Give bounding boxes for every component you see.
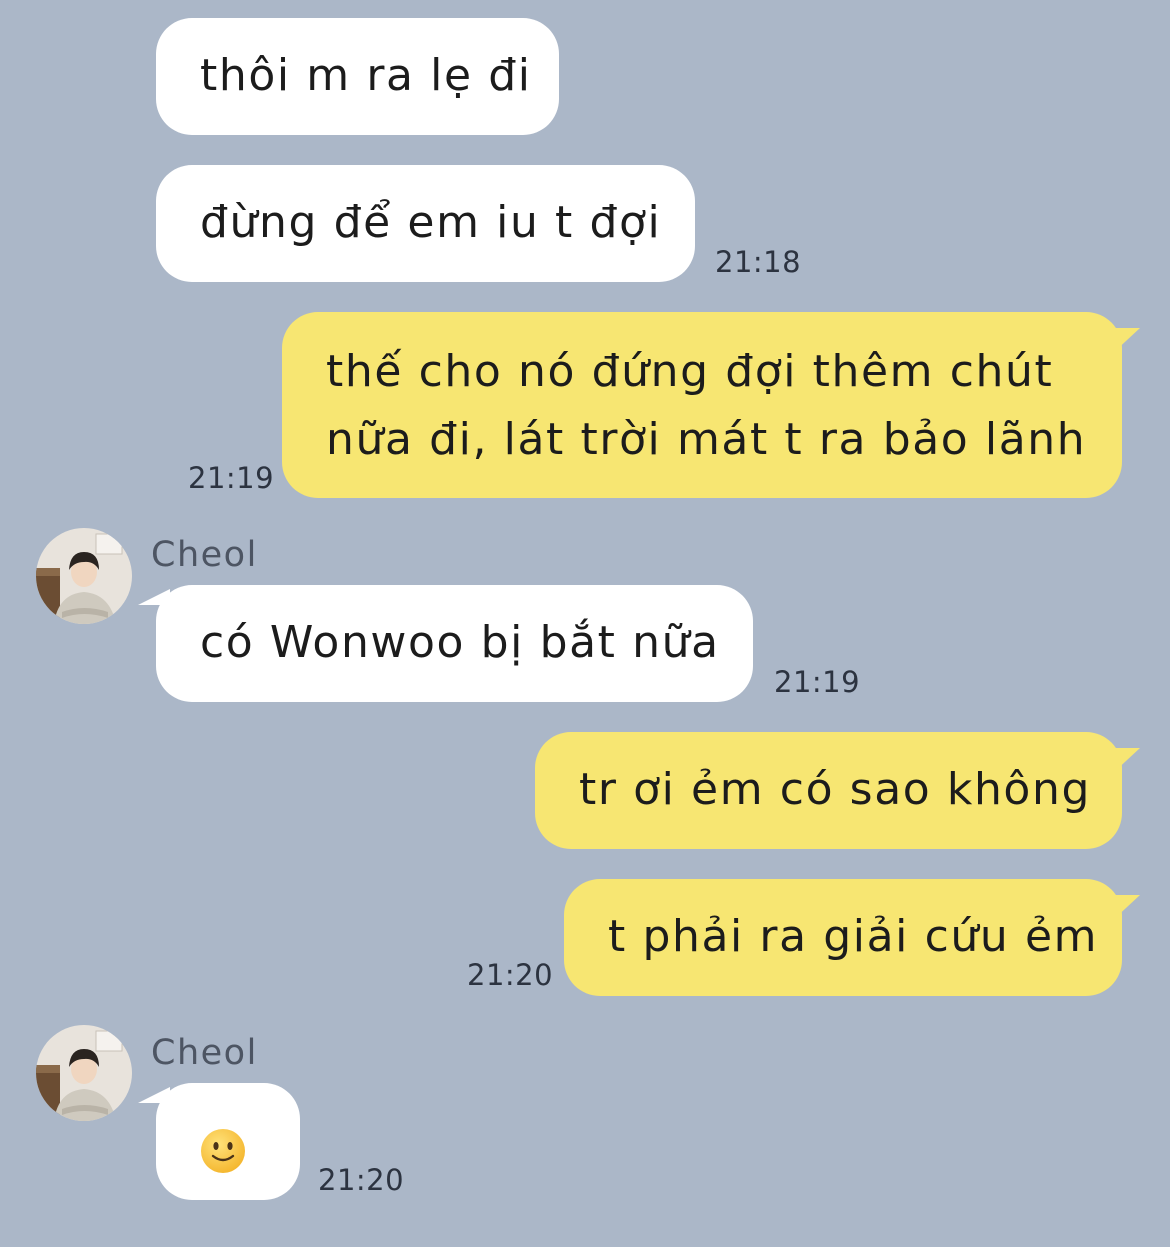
- message-bubble-incoming[interactable]: [156, 1083, 300, 1200]
- slightly-smiling-face-icon: [200, 1126, 246, 1173]
- message-bubble-incoming[interactable]: thôi m ra lẹ đi: [156, 18, 559, 135]
- message-bubble-outgoing[interactable]: tr ơi ẻm có sao không: [535, 732, 1122, 849]
- sender-name: Cheol: [151, 1033, 258, 1073]
- message-bubble-incoming[interactable]: đừng để em iu t đợi: [156, 165, 695, 282]
- avatar[interactable]: [36, 528, 132, 624]
- message-timestamp: 21:18: [715, 245, 802, 279]
- message-bubble-outgoing[interactable]: thế cho nó đứng đợi thêm chút nữa đi, lá…: [282, 312, 1122, 498]
- message-timestamp: 21:20: [318, 1163, 405, 1197]
- message-text-line: nữa đi, lát trời mát t ra bảo lãnh: [326, 414, 1087, 465]
- message-text: có Wonwoo bị bắt nữa: [200, 617, 720, 668]
- message-text: thôi m ra lẹ đi: [200, 50, 532, 101]
- message-text: đừng để em iu t đợi: [200, 197, 662, 248]
- message-text: tr ơi ẻm có sao không: [579, 764, 1091, 815]
- bubble-tail: [1112, 748, 1140, 774]
- message-text: t phải ra giải cứu ẻm: [608, 911, 1099, 962]
- user-avatar-icon: [36, 1025, 132, 1121]
- sender-name: Cheol: [151, 535, 258, 575]
- avatar[interactable]: [36, 1025, 132, 1121]
- message-bubble-incoming[interactable]: có Wonwoo bị bắt nữa: [156, 585, 753, 702]
- message-timestamp: 21:19: [188, 461, 275, 495]
- bubble-tail: [1112, 895, 1140, 921]
- user-avatar-icon: [36, 528, 132, 624]
- message-timestamp: 21:19: [774, 665, 861, 699]
- message-timestamp: 21:20: [467, 958, 554, 992]
- bubble-tail: [1112, 328, 1140, 354]
- message-text-line: thế cho nó đứng đợi thêm chút: [326, 346, 1054, 397]
- message-bubble-outgoing[interactable]: t phải ra giải cứu ẻm: [564, 879, 1122, 996]
